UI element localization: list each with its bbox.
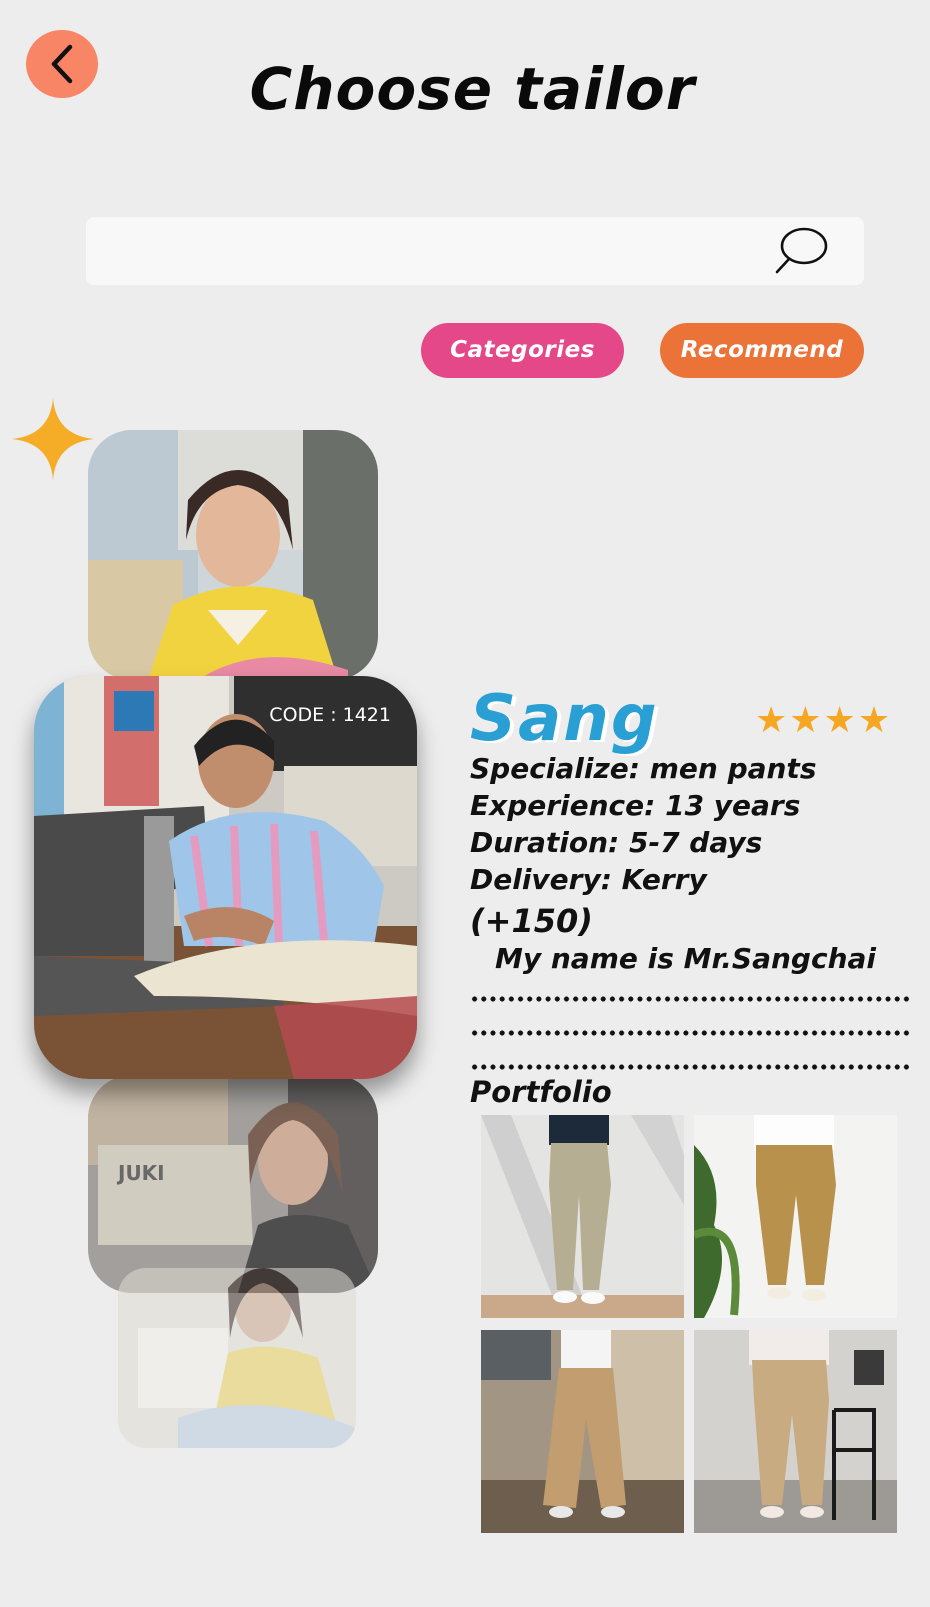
tailor-card-next[interactable]: JUKI (88, 1075, 378, 1293)
dotted-line (470, 1029, 910, 1037)
tailor-name: Sang (470, 682, 659, 756)
tailor-card-selected[interactable]: CODE : 1421 (34, 676, 417, 1079)
recommend-button[interactable]: Recommend (660, 323, 864, 378)
experience-text: Experience: 13 years (470, 789, 801, 822)
search-bar[interactable] (86, 217, 864, 285)
portfolio-image[interactable] (481, 1115, 684, 1318)
delivery-text: Delivery: Kerry (470, 863, 707, 896)
tailor-photo: JUKI (88, 1075, 378, 1293)
sparkle-icon (12, 398, 94, 480)
tailor-card-previous[interactable] (88, 430, 378, 680)
tailor-photo (34, 676, 417, 1079)
portfolio-image[interactable] (694, 1330, 897, 1533)
dotted-line (470, 1063, 910, 1071)
tailor-code: CODE : 1421 (269, 704, 391, 726)
intro-text: My name is Mr.Sangchai (495, 942, 876, 975)
tailor-photo (88, 430, 378, 680)
specialize-text: Specialize: men pants (470, 752, 817, 785)
portfolio-image[interactable] (694, 1115, 897, 1318)
rating-stars: ★★★★ (755, 700, 893, 741)
search-icon[interactable] (773, 226, 829, 276)
duration-text: Duration: 5-7 days (470, 826, 763, 859)
categories-button[interactable]: Categories (421, 323, 624, 378)
delivery-fee-text: (+150) (470, 902, 593, 940)
tailor-card-next-2[interactable] (118, 1268, 356, 1448)
page-title: Choose tailor (249, 55, 696, 123)
portfolio-title: Portfolio (470, 1075, 612, 1109)
portfolio-image[interactable] (481, 1330, 684, 1533)
svg-text:JUKI: JUKI (116, 1161, 165, 1185)
tailor-photo (118, 1268, 356, 1448)
dotted-line (470, 995, 910, 1003)
search-input[interactable] (106, 233, 750, 271)
